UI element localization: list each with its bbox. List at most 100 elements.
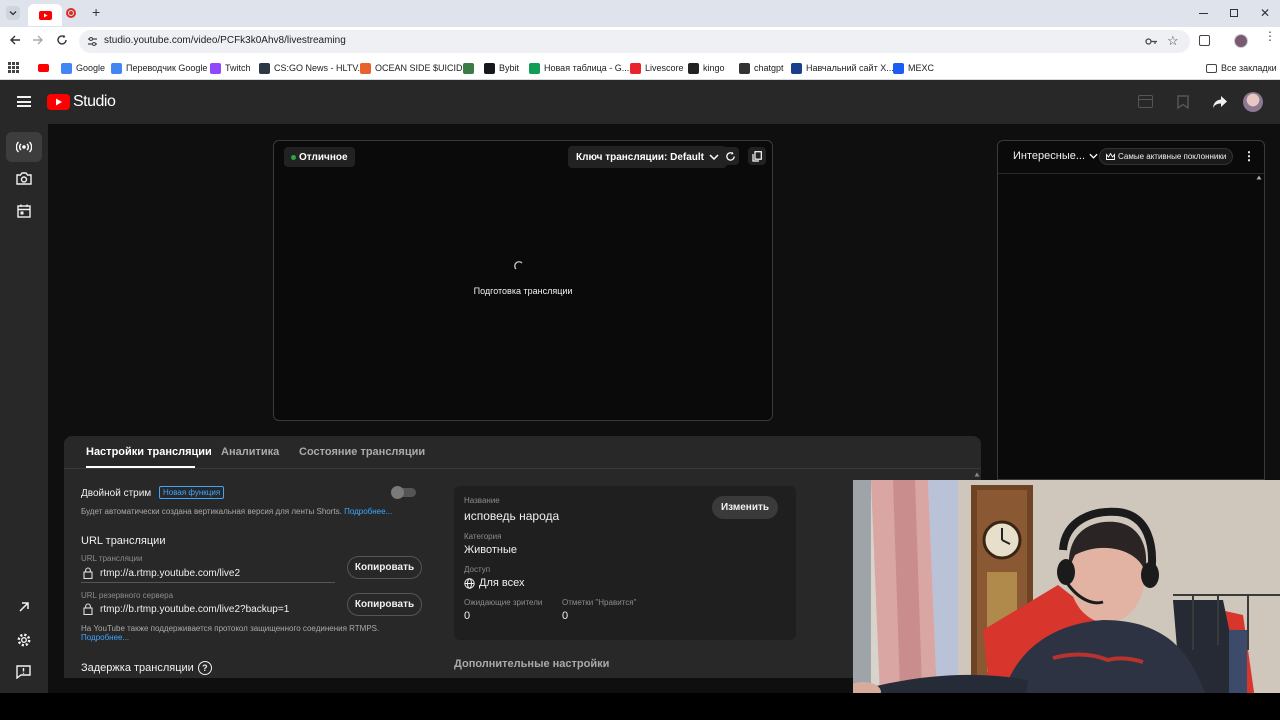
latency-title: Задержка трансляции ?: [81, 661, 212, 675]
tab-analytics[interactable]: Аналитика: [221, 446, 279, 458]
bookmark-label: Google: [76, 63, 106, 73]
refresh-key-button[interactable]: [721, 147, 739, 165]
reload-icon[interactable]: [56, 34, 68, 46]
chat-mode-label: Интересные...: [1013, 150, 1086, 162]
address-field[interactable]: studio.youtube.com/video/PCFk3k0Ahv8/liv…: [79, 30, 1190, 53]
studio-header: Studio: [0, 80, 1280, 124]
bookmark-item[interactable]: Google: [61, 61, 105, 75]
chat-scroll-up-icon[interactable]: [1256, 175, 1262, 180]
status-dot: [291, 154, 296, 160]
tab-stream-settings[interactable]: Настройки трансляции: [86, 446, 212, 458]
top-fans-chip[interactable]: Самые активные поклонники: [1099, 148, 1234, 165]
likes-label: Отметки "Нравится": [562, 598, 637, 607]
edit-button[interactable]: Изменить: [712, 496, 778, 519]
bookmark-item[interactable]: Навчальний сайт Х...: [791, 61, 894, 75]
access-value-text: Для всех: [479, 577, 525, 589]
stream-url-label: URL трансляции: [81, 554, 143, 563]
lock-icon: [83, 567, 93, 579]
forward-icon[interactable]: [32, 34, 44, 46]
copy-url-button[interactable]: Копировать: [347, 556, 422, 579]
rtmps-note: На YouTube также поддерживается протокол…: [81, 624, 401, 642]
help-icon[interactable]: ?: [197, 661, 212, 675]
url-section-title: URL трансляции: [81, 535, 166, 547]
globe-icon: [464, 577, 475, 589]
extra-settings-title[interactable]: Дополнительные настройки: [454, 658, 609, 670]
bookmark-item[interactable]: Twitch: [210, 61, 251, 75]
feedback-icon: [16, 665, 31, 679]
menu-hamburger-icon[interactable]: [17, 96, 31, 107]
youtube-icon: [38, 64, 49, 72]
share-icon[interactable]: [1212, 95, 1228, 109]
all-bookmarks[interactable]: Все закладки: [1206, 61, 1277, 75]
gear-icon: [16, 632, 32, 648]
refresh-icon: [725, 151, 736, 162]
backup-url-label: URL резервного сервера: [81, 591, 174, 600]
browser-tab-bar: + ✕: [0, 0, 1280, 27]
bookmark-item[interactable]: Новая таблица - G...: [529, 61, 629, 75]
stream-health-badge[interactable]: Отличное: [284, 147, 355, 167]
minimize-icon[interactable]: [1199, 13, 1208, 14]
bookmark-icon[interactable]: [1177, 95, 1189, 109]
more-link[interactable]: Подробнее...: [344, 507, 392, 516]
stream-preview: Отличное Ключ трансляции: Default Подгот…: [273, 140, 773, 421]
tab-search-button[interactable]: [6, 6, 20, 20]
bookmark-item[interactable]: kingo: [688, 61, 725, 75]
bookmark-item[interactable]: [463, 61, 478, 75]
sidebar-item-settings[interactable]: [16, 632, 32, 648]
bookmark-favicon-icon: [630, 62, 641, 74]
access-value: Для всех: [464, 577, 524, 589]
backup-url-field[interactable]: rtmp://b.rtmp.youtube.com/live2?backup=1: [81, 602, 335, 619]
stream-key-select[interactable]: Ключ трансляции: Default: [568, 146, 727, 168]
new-tab-button[interactable]: +: [92, 4, 100, 20]
tab-recording[interactable]: [63, 5, 79, 21]
chat-more-icon[interactable]: ⋮: [1243, 149, 1255, 163]
apps-grid-icon[interactable]: [8, 62, 19, 73]
rtmps-more-link[interactable]: Подробнее...: [81, 633, 129, 642]
sidebar-item-webcam[interactable]: [16, 172, 32, 185]
tabs-divider: [64, 468, 981, 469]
lock-icon: [83, 603, 93, 615]
back-icon[interactable]: [9, 34, 21, 46]
copy-backup-button[interactable]: Копировать: [347, 593, 422, 616]
close-window-icon[interactable]: ✕: [1260, 6, 1270, 20]
sidebar-item-external[interactable]: [18, 601, 30, 613]
sidebar-item-live[interactable]: [6, 132, 42, 162]
scroll-up-icon[interactable]: [974, 472, 980, 477]
tab-stream-health[interactable]: Состояние трансляции: [299, 446, 425, 458]
bookmark-youtube[interactable]: [38, 61, 53, 75]
dual-stream-toggle[interactable]: [391, 486, 416, 499]
arrow-up-right-icon: [18, 601, 30, 613]
password-key-icon[interactable]: [1145, 37, 1158, 46]
bookmark-item[interactable]: MEXC: [893, 61, 934, 75]
bookmark-star-icon[interactable]: ☆: [1167, 33, 1179, 49]
sidebar-item-manage[interactable]: [17, 204, 31, 218]
sidebar-item-feedback[interactable]: [16, 665, 31, 679]
profile-avatar[interactable]: [1234, 34, 1248, 48]
bookmark-favicon-icon: [259, 62, 270, 74]
studio-logo[interactable]: Studio: [47, 93, 116, 111]
bookmark-item[interactable]: chatgpt: [739, 61, 784, 75]
channel-avatar[interactable]: [1243, 92, 1263, 112]
likes-value: 0: [562, 610, 569, 622]
crown-icon: [1106, 153, 1115, 160]
browser-menu-icon[interactable]: ⋮: [1264, 30, 1276, 42]
stream-url-field[interactable]: rtmp://a.rtmp.youtube.com/live2: [81, 566, 335, 583]
bookmark-item[interactable]: Переводчик Google: [111, 61, 207, 75]
bookmark-item[interactable]: Livescore: [630, 61, 684, 75]
bookmark-favicon-icon: [529, 62, 540, 74]
bookmark-item[interactable]: CS:GO News - HLTV...: [259, 61, 365, 75]
waiting-viewers-value: 0: [464, 610, 471, 622]
stream-title: исповедь народа: [464, 509, 560, 523]
bookmark-item[interactable]: Bybit: [484, 61, 519, 75]
youtube-icon: [38, 10, 52, 20]
copy-key-button[interactable]: [748, 147, 766, 165]
tab-youtube-studio[interactable]: [28, 4, 62, 26]
extensions-icon[interactable]: [1199, 35, 1210, 46]
site-info-icon[interactable]: [87, 36, 98, 47]
restore-icon[interactable]: [1230, 9, 1238, 17]
bookmark-item[interactable]: OCEAN SIDE $UICID...: [360, 61, 470, 75]
chevron-down-icon: [709, 154, 719, 160]
chat-mode-select[interactable]: Интересные...: [1013, 150, 1098, 162]
layout-icon[interactable]: [1138, 95, 1153, 108]
bookmark-favicon-icon: [61, 62, 72, 74]
